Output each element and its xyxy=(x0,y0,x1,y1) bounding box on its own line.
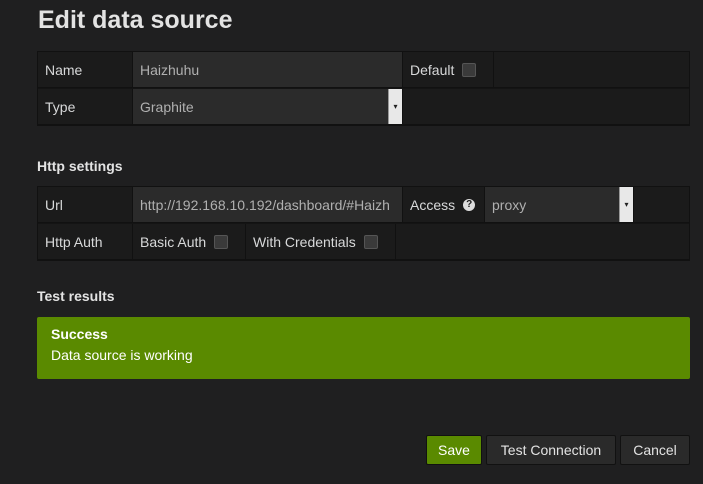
save-button[interactable]: Save xyxy=(426,435,482,465)
basic-auth-option[interactable]: Basic Auth xyxy=(133,224,246,260)
alert-message: Data source is working xyxy=(51,347,193,363)
with-credentials-label: With Credentials xyxy=(253,233,356,250)
default-label: Default xyxy=(410,61,455,78)
success-alert: Success Data source is working xyxy=(37,317,690,379)
http-settings-grid: Url http://192.168.10.192/dashboard/#Hai… xyxy=(37,186,690,261)
http-auth-label: Http Auth xyxy=(38,224,133,260)
type-select[interactable]: Graphite ▾ xyxy=(133,89,403,125)
empty-cell xyxy=(396,224,690,260)
alert-title: Success xyxy=(51,326,108,342)
basic-auth-checkbox[interactable] xyxy=(214,234,229,249)
empty-cell xyxy=(494,52,690,88)
cancel-button[interactable]: Cancel xyxy=(620,435,690,465)
caret-down-icon[interactable]: ▾ xyxy=(388,89,402,124)
access-select-value: proxy xyxy=(492,196,527,213)
general-settings-grid: Name Haizhuhu Default Type Graphite ▾ xyxy=(37,51,690,126)
empty-cell xyxy=(403,89,690,125)
empty-cell xyxy=(634,187,690,223)
access-label-cell: Access ? xyxy=(403,187,485,223)
with-credentials-option[interactable]: With Credentials xyxy=(246,224,396,260)
url-row: Url http://192.168.10.192/dashboard/#Hai… xyxy=(38,187,690,223)
default-option[interactable]: Default xyxy=(403,52,494,88)
auth-row: Http Auth Basic Auth With Credentials xyxy=(38,224,690,260)
name-input[interactable]: Haizhuhu xyxy=(133,52,403,88)
access-label: Access xyxy=(410,196,456,213)
type-label: Type xyxy=(38,89,133,125)
default-checkbox[interactable] xyxy=(462,62,477,77)
type-select-value: Graphite xyxy=(140,98,194,115)
name-label: Name xyxy=(38,52,133,88)
access-select[interactable]: proxy ▾ xyxy=(485,187,634,223)
url-input[interactable]: http://192.168.10.192/dashboard/#Haizh xyxy=(133,187,403,223)
url-label: Url xyxy=(38,187,133,223)
http-settings-title: Http settings xyxy=(37,158,123,174)
test-connection-button[interactable]: Test Connection xyxy=(486,435,616,465)
page-title: Edit data source xyxy=(38,6,233,34)
with-credentials-checkbox[interactable] xyxy=(363,234,378,249)
question-circle-icon[interactable]: ? xyxy=(463,198,476,211)
test-results-title: Test results xyxy=(37,288,115,304)
type-row: Type Graphite ▾ xyxy=(38,89,690,125)
caret-down-icon[interactable]: ▾ xyxy=(619,187,633,222)
basic-auth-label: Basic Auth xyxy=(140,233,207,250)
name-row: Name Haizhuhu Default xyxy=(38,52,690,88)
